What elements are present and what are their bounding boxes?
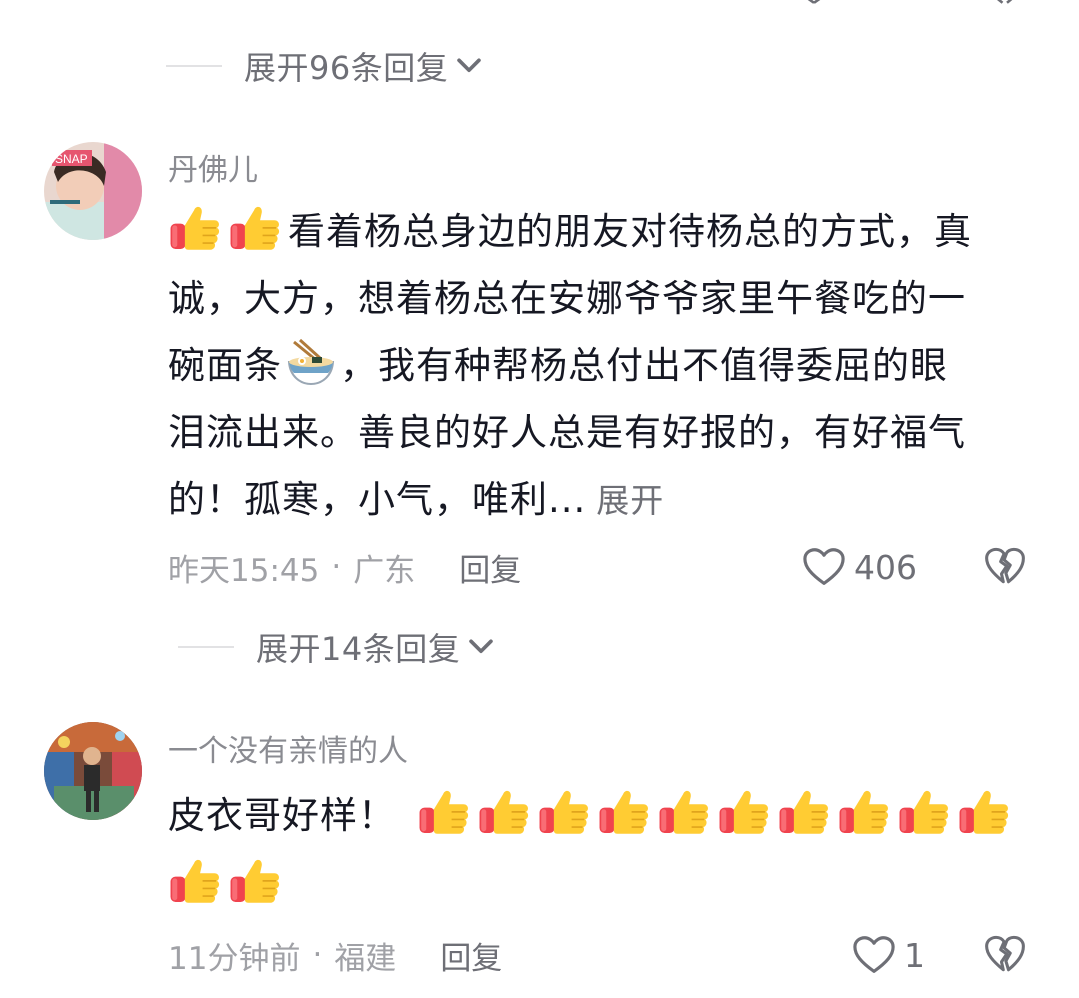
thumbs-up-icon bbox=[777, 784, 831, 838]
thumbs-up-icon bbox=[897, 784, 951, 838]
thumbs-up-icon bbox=[717, 784, 771, 838]
comment-location: 广东 bbox=[353, 552, 416, 589]
comment-username[interactable]: 丹佛儿 bbox=[168, 145, 258, 189]
thumbs-up-icon bbox=[417, 784, 471, 838]
thumbs-up-icon bbox=[168, 200, 222, 254]
reply-button[interactable]: 回复 bbox=[459, 545, 521, 590]
separator-dot: · bbox=[312, 937, 323, 973]
thumbs-up-icon bbox=[228, 200, 282, 254]
expand-divider bbox=[166, 65, 222, 67]
expand-replies-label: 展开96条回复 bbox=[244, 49, 449, 87]
comment-time: 昨天15:45 bbox=[168, 552, 320, 589]
comment-text-line: 看着杨总身边的朋友对待杨总的方式，真 bbox=[288, 210, 972, 253]
heart-outline-icon bbox=[852, 935, 896, 975]
comment-text-line: 皮衣哥好样！ bbox=[168, 794, 396, 837]
expand-replies-button[interactable]: 展开96条回复 bbox=[166, 36, 486, 96]
comment-meta: 11分钟前 · 福建 回复 bbox=[168, 933, 502, 978]
heart-outline-icon bbox=[802, 547, 846, 587]
comment-location: 福建 bbox=[334, 940, 397, 977]
thumbs-up-icon bbox=[477, 784, 531, 838]
chevron-down-icon bbox=[452, 49, 486, 83]
like-count: 406 bbox=[854, 547, 917, 587]
separator-dot: · bbox=[331, 549, 342, 585]
comment-text: 皮衣哥好样！ bbox=[168, 782, 1048, 918]
comment-username[interactable]: 一个没有亲情的人 bbox=[168, 726, 408, 770]
broken-heart-icon[interactable] bbox=[986, 0, 1022, 6]
thumbs-up-icon bbox=[957, 784, 1011, 838]
comment-text: 看着杨总身边的朋友对待杨总的方式，真 诚，大方，想着杨总在安娜爷爷家里午餐吃的一… bbox=[168, 198, 1048, 534]
expand-comment-link[interactable]: 展开 bbox=[596, 481, 664, 520]
avatar[interactable] bbox=[44, 722, 142, 820]
expand-divider bbox=[178, 646, 234, 648]
expand-replies-button[interactable]: 展开14条回复 bbox=[178, 617, 498, 677]
comment-text-line: 泪流出来。善良的好人总是有好报的，有好福气 bbox=[168, 411, 966, 454]
thumbs-up-icon bbox=[657, 784, 711, 838]
thumbs-up-icon bbox=[537, 784, 591, 838]
broken-heart-icon[interactable] bbox=[984, 546, 1026, 586]
thumbs-up-icon bbox=[837, 784, 891, 838]
chevron-down-icon bbox=[464, 630, 498, 664]
heart-outline-icon[interactable] bbox=[796, 0, 832, 6]
like-button[interactable]: 1 bbox=[852, 932, 925, 978]
like-button[interactable]: 406 bbox=[802, 544, 917, 590]
thumbs-up-icon bbox=[168, 853, 222, 907]
comment-text-line: 的！孤寒，小气，唯利... bbox=[168, 478, 587, 521]
avatar[interactable]: SNAP bbox=[44, 142, 142, 240]
broken-heart-icon[interactable] bbox=[984, 934, 1026, 974]
thumbs-up-icon bbox=[597, 784, 651, 838]
noodle-bowl-icon bbox=[287, 338, 335, 386]
expand-replies-label: 展开14条回复 bbox=[256, 630, 461, 668]
avatar-logo-text: SNAP bbox=[55, 152, 88, 166]
thumbs-up-icon bbox=[228, 853, 282, 907]
comment-time: 11分钟前 bbox=[168, 940, 301, 977]
comment-text-line: 诚，大方，想着杨总在安娜爷爷家里午餐吃的一 bbox=[168, 277, 966, 320]
comment-text-line: 碗面条 bbox=[168, 344, 282, 387]
reply-button[interactable]: 回复 bbox=[440, 933, 502, 978]
comment-text-line: ，我有种帮杨总付出不值得委屈的眼 bbox=[340, 344, 948, 387]
like-count: 1 bbox=[904, 935, 925, 975]
comment-meta: 昨天15:45 · 广东 回复 bbox=[168, 545, 521, 590]
